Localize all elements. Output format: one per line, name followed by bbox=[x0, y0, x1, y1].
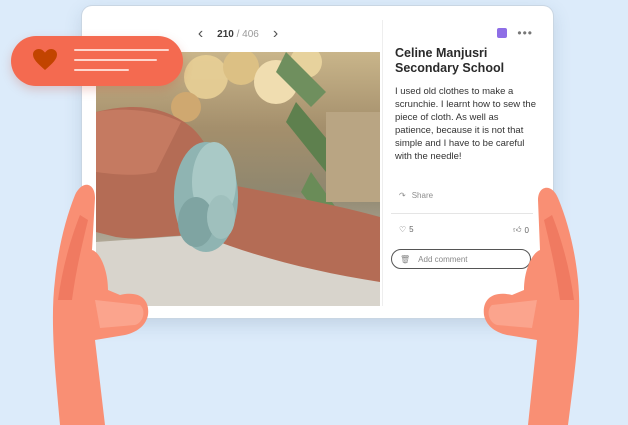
hands-illustration bbox=[52, 184, 580, 425]
